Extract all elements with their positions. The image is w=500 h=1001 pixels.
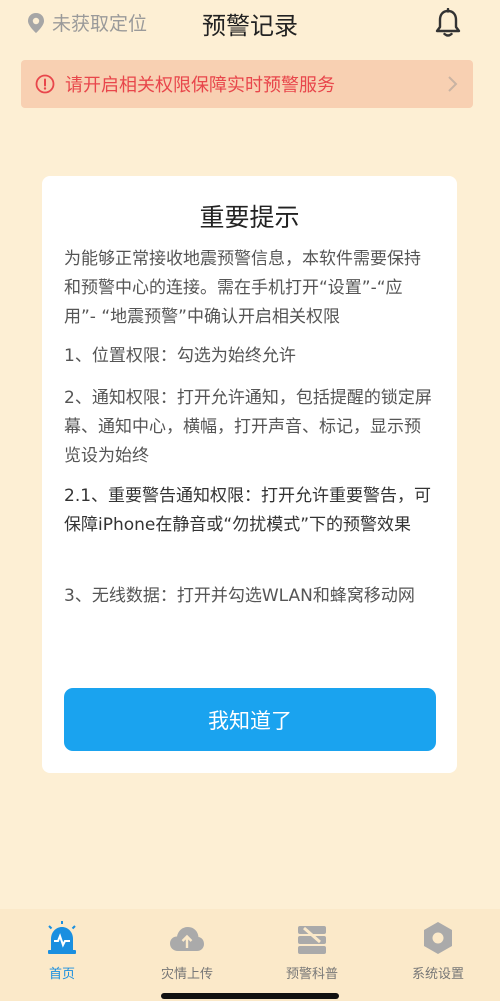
important-notice-dialog: 重要提示 为能够正常接收地震预警信息，本软件需要保持和预警中心的连接。需在手机打… <box>42 176 457 773</box>
tab-system-settings[interactable]: 系统设置 <box>383 917 493 982</box>
tab-system-settings-label: 系统设置 <box>411 967 464 982</box>
dialog-intro-text: 为能够正常接收地震预警信息，本软件需要保持和预警中心的连接。需在手机打开“设置”… <box>64 249 421 327</box>
dialog-item-wireless-data: 3、无线数据：打开并勾选WLAN和蜂窝移动网 <box>64 586 415 606</box>
dialog-item-critical-alert: 2.1、重要警告通知权限：打开允许重要警告，可保障iPhone在静音或“勿扰模式… <box>64 486 432 535</box>
home-indicator <box>161 993 339 999</box>
dialog-item-location: 1、位置权限：勾选为始终允许 <box>64 346 296 366</box>
tab-home-label: 首页 <box>48 967 75 982</box>
page-title: 预警记录 <box>202 12 298 40</box>
tab-home[interactable]: 首页 <box>7 917 117 982</box>
top-bar: 未获取定位 预警记录 <box>0 0 500 46</box>
notification-bell-button[interactable] <box>434 7 462 42</box>
warning-circle-icon <box>35 74 55 94</box>
bottom-tab-bar: 首页 灾情上传 预警科普 系统设置 <box>0 909 500 1001</box>
bell-icon <box>435 7 461 37</box>
acknowledge-button[interactable]: 我知道了 <box>64 688 436 751</box>
banner-text: 请开启相关权限保障实时预警服务 <box>65 75 335 96</box>
tab-warning-science[interactable]: 预警科普 <box>257 917 367 982</box>
chevron-right-icon <box>448 76 458 92</box>
cloud-upload-icon <box>170 927 204 951</box>
tab-disaster-upload-label: 灾情上传 <box>160 967 213 982</box>
permission-banner[interactable]: 请开启相关权限保障实时预警服务 <box>21 60 473 108</box>
dialog-item-notification: 2、通知权限：打开允许通知，包括提醒的锁定屏幕、通知中心，横幅，打开声音、标记，… <box>64 388 432 466</box>
tab-disaster-upload[interactable]: 灾情上传 <box>132 917 242 982</box>
alarm-icon <box>48 921 76 954</box>
book-icon <box>298 926 326 954</box>
tab-warning-science-label: 预警科普 <box>285 967 338 982</box>
settings-hexagon-icon <box>424 922 452 954</box>
dialog-title: 重要提示 <box>199 203 300 232</box>
